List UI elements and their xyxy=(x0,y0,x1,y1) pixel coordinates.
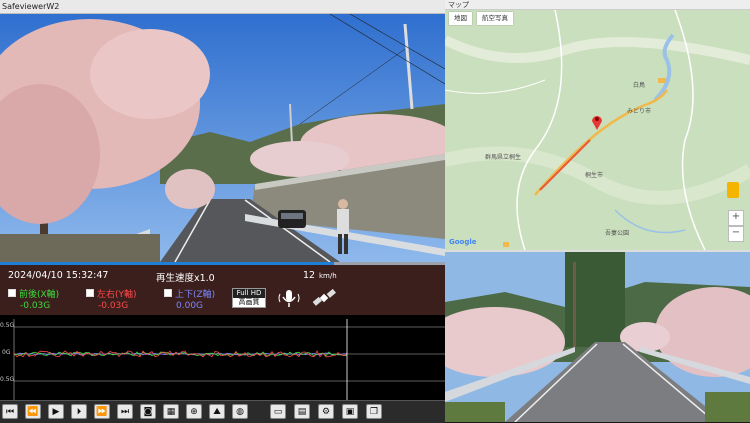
film-icon: ▦ xyxy=(166,406,176,417)
rear-camera-video[interactable] xyxy=(445,250,750,422)
graph-y-mid-label: 0G xyxy=(2,349,11,356)
rear-camera-frame xyxy=(445,252,750,422)
axis-checkbox[interactable] xyxy=(8,289,16,297)
play-button[interactable]: ▶ xyxy=(48,404,64,419)
graph-y-bottom-label: 0.5G xyxy=(0,376,15,383)
window-title: SafeviewerW2 xyxy=(2,2,60,11)
recording-datetime: 2024/04/10 15:32:47 xyxy=(8,270,109,281)
map-label-1: 白鳥 xyxy=(633,82,646,89)
folder-button[interactable]: ▭ xyxy=(270,404,286,419)
skip-start-button[interactable]: ⏮ xyxy=(2,404,18,419)
folder-icon: ▭ xyxy=(273,406,283,417)
vehicle-speed-value: 12 xyxy=(303,270,316,281)
zoom-icon: ⊕ xyxy=(190,406,198,417)
g-sensor-axis-2: 上下(Z軸) 0.00G xyxy=(164,287,215,311)
display-icon: ▣ xyxy=(345,406,355,417)
snapshot-icon: ◙ xyxy=(143,406,153,417)
rewind-button[interactable]: ⏪ xyxy=(25,404,41,419)
axis-checkbox[interactable] xyxy=(86,289,94,297)
vehicle-speed-unit: km/h xyxy=(319,272,337,280)
axis-value: -0.03G xyxy=(20,301,51,311)
settings-button[interactable]: ⚙ xyxy=(318,404,334,419)
axis-label: 左右(Y軸) xyxy=(97,290,137,300)
map-label-2: みどり市 xyxy=(627,108,652,115)
map-zoom-out-button[interactable]: − xyxy=(728,226,744,242)
axis-label: 上下(Z軸) xyxy=(175,290,216,300)
settings-icon: ⚙ xyxy=(321,406,331,417)
skip-end-icon: ⏭ xyxy=(120,406,130,417)
axis-value: 0.00G xyxy=(176,301,204,311)
microphone-icon[interactable] xyxy=(278,287,300,309)
graph-y-top-label: 0.5G xyxy=(0,322,15,329)
g-sensor-graph[interactable]: 0.5G 0G 0.5G xyxy=(0,315,445,400)
map-panel-title: マップ xyxy=(445,0,750,10)
window-title-bar: SafeviewerW2 xyxy=(0,0,445,14)
skip-start-icon: ⏮ xyxy=(5,406,15,417)
badge-quality: 高画質 xyxy=(238,298,260,306)
g-sensor-axis-0: 前後(X軸) -0.03G xyxy=(8,287,59,311)
trash-icon: ▤ xyxy=(297,406,307,417)
map-location-pin-icon xyxy=(591,114,603,130)
badge-resolution: Full HD xyxy=(233,289,265,298)
google-logo: Google xyxy=(449,238,477,246)
map-label-4: 群馬県立桐生 xyxy=(485,154,522,161)
road-image-icon: ⛰ xyxy=(213,406,221,417)
snapshot-button[interactable]: ◙ xyxy=(140,404,156,419)
axis-checkbox[interactable] xyxy=(164,289,172,297)
globe-button[interactable]: ◍ xyxy=(232,404,248,419)
map-label-5: 吾妻公園 xyxy=(605,230,630,237)
front-camera-video[interactable] xyxy=(0,14,445,262)
window-button[interactable]: ❐ xyxy=(366,404,382,419)
info-panel: 2024/04/10 15:32:47 再生速度x1.0 12 km/h 前後(… xyxy=(0,265,445,315)
map-label-3: 桐生市 xyxy=(585,172,604,179)
road-image-button[interactable]: ⛰ xyxy=(209,404,225,419)
globe-icon: ◍ xyxy=(236,406,244,417)
playback-speed-label: 再生速度x1.0 xyxy=(156,273,215,284)
map-view[interactable]: 地図 航空写真 白鳥 みどり市 桐生市 群馬県立桐生 吾妻公園 + − Goog… xyxy=(445,10,750,250)
step-icon: ⏵ xyxy=(76,406,82,417)
fast-forward-icon: ⏩ xyxy=(96,406,108,417)
zoom-button[interactable]: ⊕ xyxy=(186,404,202,419)
step-button[interactable]: ⏵ xyxy=(71,404,87,419)
gps-satellite-icon xyxy=(312,287,336,309)
trash-button[interactable]: ▤ xyxy=(294,404,310,419)
play-icon: ▶ xyxy=(52,406,60,417)
axis-label: 前後(X軸) xyxy=(19,290,60,300)
rewind-icon: ⏪ xyxy=(27,406,39,417)
street-view-pegman-icon[interactable] xyxy=(727,182,739,198)
map-tab-map[interactable]: 地図 xyxy=(449,12,472,25)
full-hd-badge: Full HD 高画質 xyxy=(232,288,266,308)
front-camera-frame xyxy=(0,14,445,262)
fast-forward-button[interactable]: ⏩ xyxy=(94,404,110,419)
g-sensor-axis-1: 左右(Y軸) -0.03G xyxy=(86,287,137,311)
map-zoom-in-button[interactable]: + xyxy=(728,210,744,226)
axis-value: -0.03G xyxy=(98,301,129,311)
skip-end-button[interactable]: ⏭ xyxy=(117,404,133,419)
film-button[interactable]: ▦ xyxy=(163,404,179,419)
window-icon: ❐ xyxy=(369,406,379,417)
map-tab-satellite[interactable]: 航空写真 xyxy=(477,12,513,25)
player-toolbar: ⏮ ⏪ ▶ ⏵ ⏩ ⏭ ◙ ▦ ⊕ ⛰ ◍ ▭ ▤ ⚙ ▣ ❐ xyxy=(0,400,445,423)
display-button[interactable]: ▣ xyxy=(342,404,358,419)
